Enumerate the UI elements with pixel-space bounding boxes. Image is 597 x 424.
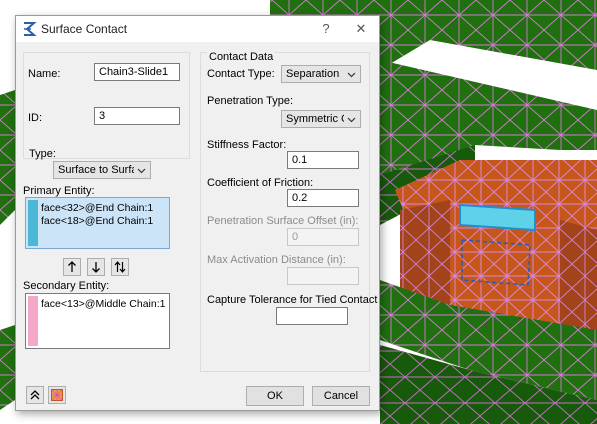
list-item[interactable]: face<32>@End Chain:1 [41, 202, 153, 214]
ok-button[interactable]: OK [246, 386, 304, 406]
stiffness-factor-label: Stiffness Factor: [207, 139, 287, 151]
name-label: Name: [28, 68, 61, 80]
contact-type-label: Contact Type: [207, 68, 275, 80]
friction-field[interactable]: 0.2 [287, 189, 359, 207]
contact-type-select[interactable]: Separation [281, 65, 361, 83]
chevron-down-icon [347, 117, 356, 123]
name-id-panel: Name: Chain3-Slide1 ID: 3 [23, 52, 190, 159]
capture-tolerance-label: Capture Tolerance for Tied Contact [207, 294, 378, 306]
arrow-down-icon [92, 262, 100, 273]
surface-contact-dialog: Surface Contact ? ✕ Name: Chain3-Slide1 … [15, 15, 380, 411]
penetration-type-label: Penetration Type: [207, 95, 294, 107]
move-down-button[interactable] [87, 258, 105, 276]
title-bar[interactable]: Surface Contact ? ✕ [16, 16, 379, 42]
primary-entity-label: Primary Entity: [23, 185, 95, 197]
type-label: Type: [29, 148, 56, 160]
chevron-down-icon [347, 72, 356, 78]
chevron-down-icon [137, 168, 146, 174]
surface-contact-icon [24, 22, 37, 36]
primary-color-swatch [28, 200, 38, 246]
move-up-button[interactable] [63, 258, 81, 276]
list-item[interactable]: face<13>@Middle Chain:1 [41, 298, 166, 310]
double-chevron-up-icon [30, 390, 40, 400]
friction-label: Coefficient of Friction: [207, 177, 314, 189]
cancel-button[interactable]: Cancel [312, 386, 370, 406]
secondary-entity-list[interactable]: face<13>@Middle Chain:1 [25, 293, 170, 349]
arrow-up-icon [68, 261, 76, 272]
swap-arrows-icon [114, 261, 126, 273]
secondary-entity-label: Secondary Entity: [23, 280, 110, 292]
mesh-pick-icon [51, 389, 63, 401]
swap-button[interactable] [111, 258, 129, 276]
dialog-title: Surface Contact [41, 22, 128, 36]
penetration-offset-field: 0 [287, 228, 359, 246]
collapse-button[interactable] [26, 386, 44, 404]
contact-data-heading: Contact Data [207, 51, 276, 63]
capture-tolerance-field[interactable] [276, 307, 348, 325]
help-button[interactable]: ? [314, 19, 338, 39]
close-button[interactable]: ✕ [349, 19, 373, 39]
penetration-type-select[interactable]: Symmetric Conta [281, 110, 361, 128]
list-item[interactable]: face<18>@End Chain:1 [41, 215, 153, 227]
secondary-color-swatch [28, 296, 38, 346]
primary-entity-list[interactable]: face<32>@End Chain:1 face<18>@End Chain:… [25, 197, 170, 249]
type-value: Surface to Surface [58, 164, 134, 176]
penetration-offset-label: Penetration Surface Offset (in): [207, 215, 359, 227]
contact-type-value: Separation [286, 68, 340, 80]
id-label: ID: [28, 112, 43, 124]
penetration-type-value: Symmetric Conta [286, 113, 344, 125]
contact-data-group: Contact Data Contact Type: Separation Pe… [200, 51, 377, 372]
type-select[interactable]: Surface to Surface [53, 161, 151, 179]
name-field[interactable]: Chain3-Slide1 [94, 63, 180, 81]
id-field[interactable]: 3 [94, 107, 180, 125]
pick-entities-button[interactable] [48, 386, 66, 404]
stiffness-factor-field[interactable]: 0.1 [287, 151, 359, 169]
max-activation-field [287, 267, 359, 285]
max-activation-label: Max Activation Distance (in): [207, 254, 346, 266]
